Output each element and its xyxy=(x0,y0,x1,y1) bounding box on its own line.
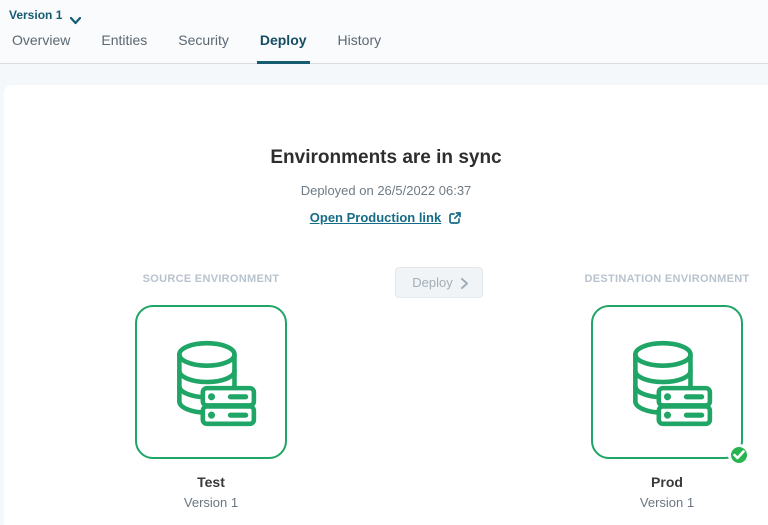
sync-status-title: Environments are in sync xyxy=(270,147,502,168)
tab-security[interactable]: Security xyxy=(175,32,232,64)
destination-environment-name: Prod xyxy=(651,474,683,490)
destination-environment-column: DESTINATION ENVIRONMENT Prod Version 1 xyxy=(585,267,750,510)
tab-entities[interactable]: Entities xyxy=(98,32,150,64)
tab-history[interactable]: History xyxy=(335,32,385,64)
version-selector[interactable]: Version 1 xyxy=(0,0,768,26)
database-icon xyxy=(633,340,713,427)
destination-environment-label: DESTINATION ENVIRONMENT xyxy=(584,273,750,285)
deploy-panel: Environments are in sync Deployed on 26/… xyxy=(4,85,768,525)
environments-row: SOURCE ENVIRONMENT Test Version 1 Deploy… xyxy=(4,267,768,510)
tab-bar: Overview Entities Security Deploy Histor… xyxy=(0,26,768,64)
check-badge-icon xyxy=(728,444,750,466)
external-link-icon[interactable] xyxy=(448,211,462,225)
deployed-timestamp: Deployed on 26/5/2022 06:37 xyxy=(300,183,472,198)
page-header: Version 1 Overview Entities Security Dep… xyxy=(0,0,768,64)
deploy-button[interactable]: Deploy xyxy=(395,267,483,298)
deploy-action-column: Deploy xyxy=(287,267,591,298)
source-environment-column: SOURCE ENVIRONMENT Test Version 1 xyxy=(135,267,287,510)
chevron-right-icon xyxy=(460,277,468,289)
source-environment-card xyxy=(135,305,287,459)
tab-deploy[interactable]: Deploy xyxy=(256,32,310,64)
chevron-down-icon[interactable] xyxy=(70,12,82,24)
source-environment-name: Test xyxy=(197,474,225,490)
database-icon xyxy=(177,340,257,427)
source-environment-label: SOURCE ENVIRONMENT xyxy=(142,273,280,285)
production-link-row: Open Production link xyxy=(4,210,768,225)
content-background: Environments are in sync Deployed on 26/… xyxy=(0,64,768,525)
source-environment-version: Version 1 xyxy=(183,495,239,510)
open-production-link[interactable]: Open Production link xyxy=(310,210,441,225)
destination-environment-version: Version 1 xyxy=(639,495,695,510)
version-selector-label: Version 1 xyxy=(9,8,63,22)
destination-environment-card xyxy=(591,305,750,466)
tab-overview[interactable]: Overview xyxy=(9,32,73,64)
deploy-button-label: Deploy xyxy=(412,275,453,290)
